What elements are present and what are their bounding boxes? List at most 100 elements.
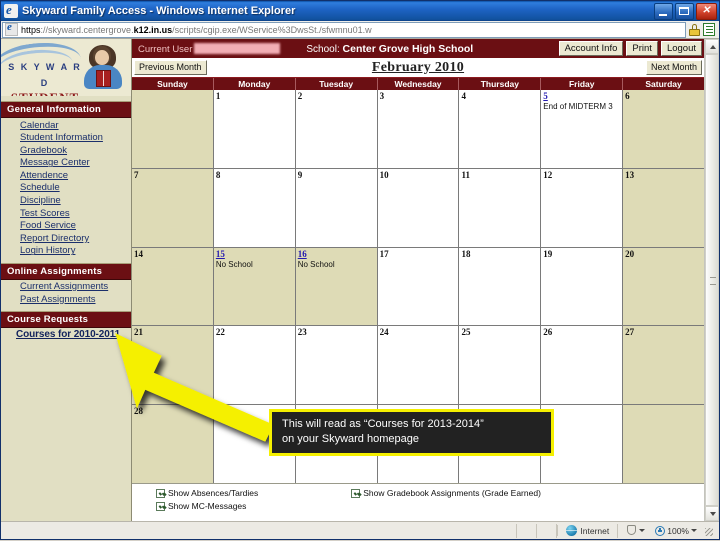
- next-month-button[interactable]: Next Month: [645, 60, 702, 75]
- sidebar-item-gradebook[interactable]: Gradebook: [1, 144, 131, 157]
- calendar-day-cell: 14: [132, 247, 214, 326]
- page-icon[interactable]: [703, 23, 715, 36]
- sidebar-item-food-service[interactable]: Food Service: [1, 220, 131, 233]
- resize-grip[interactable]: [701, 524, 715, 538]
- calendar-day-cell: 22: [213, 326, 296, 405]
- sidebar-item-login-history[interactable]: Login History: [1, 245, 131, 258]
- calendar-day-number: 2: [297, 91, 303, 101]
- checkbox-show-gradebook-assignments[interactable]: Show Gradebook Assignments (Grade Earned…: [351, 488, 541, 498]
- vertical-scrollbar[interactable]: [704, 39, 719, 521]
- school-name: Center Grove High School: [342, 42, 474, 55]
- scroll-up-button[interactable]: [705, 39, 719, 54]
- calendar-day-number: 14: [134, 248, 143, 259]
- calendar-day-number: 3: [379, 91, 385, 101]
- calendar-day-cell: 16 No School: [295, 247, 378, 326]
- sidebar-section-course-requests: Course Requests: [1, 310, 131, 328]
- sidebar-item-test-scores[interactable]: Test Scores: [1, 207, 131, 220]
- minimize-button[interactable]: [654, 2, 673, 20]
- calendar-day-cell: 12: [541, 168, 624, 247]
- sidebar-item-student-information[interactable]: Student Information: [1, 132, 131, 145]
- chevron-down-icon[interactable]: [639, 529, 646, 532]
- calendar-day-cell: 3: [377, 90, 460, 168]
- calendar-day-number: 28: [134, 406, 143, 417]
- calendar-day-number: 23: [297, 327, 307, 338]
- scroll-down-button[interactable]: [705, 506, 719, 521]
- calendar-day-number: 9: [297, 169, 303, 180]
- checkbox-icon: [351, 488, 361, 498]
- calendar-day-number: 26: [543, 327, 553, 338]
- checkbox-show-mc-messages[interactable]: Show MC-Messages: [156, 501, 246, 511]
- sidebar-item-current-assignments[interactable]: Current Assignments: [1, 281, 131, 294]
- checkbox-show-absences-tardies[interactable]: Show Absences/Tardies: [156, 488, 258, 498]
- previous-month-button[interactable]: Previous Month: [134, 60, 207, 75]
- address-bar: https://skyward.centergrove.k12.in.us/sc…: [1, 21, 719, 39]
- checkbox-icon: [156, 488, 165, 498]
- calendar-day-number: 13: [625, 169, 635, 180]
- page-favicon-icon: [5, 23, 18, 36]
- shield-icon: [626, 525, 637, 536]
- calendar-toolbar: Previous Month February 2010 Next Month: [132, 58, 704, 77]
- calendar-event-text: No School: [215, 259, 253, 269]
- sidebar-item-message-center[interactable]: Message Center: [1, 157, 131, 170]
- sidebar-item-schedule[interactable]: Schedule: [1, 182, 131, 195]
- window-controls: ✕: [654, 2, 717, 20]
- logo-line-1: S K Y W A R D: [8, 62, 82, 88]
- sidebar-item-calendar[interactable]: Calendar: [1, 119, 131, 132]
- calendar-day-number: 1: [215, 91, 221, 101]
- calendar-empty-cell: [132, 90, 214, 168]
- zoom-control[interactable]: 100%: [617, 523, 719, 538]
- calendar-day-cell: 7: [132, 168, 214, 247]
- calendar-day-number: 6: [625, 91, 630, 101]
- app-layout: S K Y W A R D STUDENT ACCESS General Inf…: [1, 39, 704, 521]
- sidebar-item-courses-for-year[interactable]: Courses for 2010-2011: [1, 329, 131, 342]
- sidebar-item-attendence[interactable]: Attendence: [1, 169, 131, 182]
- scrollbar-thumb[interactable]: [705, 54, 719, 506]
- close-button[interactable]: ✕: [696, 2, 717, 20]
- status-segment-2: [517, 523, 538, 538]
- calendar-day-link[interactable]: 16: [298, 248, 377, 260]
- sidebar-links-general: Calendar Student Information Gradebook M…: [1, 118, 131, 258]
- url-field[interactable]: https://skyward.centergrove.k12.in.us/sc…: [2, 21, 686, 38]
- calendar-options: Show Absences/Tardies Show Gradebook Ass…: [132, 483, 704, 521]
- calendar-day-cell: 5 End of MIDTERM 3: [541, 90, 624, 168]
- calendar-day-link[interactable]: 15: [216, 248, 295, 260]
- header-actions: Account Info Print Logout: [558, 41, 702, 56]
- maximize-button[interactable]: [675, 2, 694, 20]
- page-viewport: S K Y W A R D STUDENT ACCESS General Inf…: [1, 39, 719, 521]
- calendar-day-cell: 11: [459, 168, 542, 247]
- day-header-monday: Monday: [214, 78, 296, 90]
- calendar-day-cell: 20: [623, 247, 704, 326]
- sidebar-item-past-assignments[interactable]: Past Assignments: [1, 293, 131, 306]
- calendar-empty-cell: [377, 405, 460, 483]
- calendar-day-number: 17: [379, 248, 389, 259]
- status-bar: Internet 100%: [1, 521, 719, 539]
- sidebar-item-report-directory[interactable]: Report Directory: [1, 232, 131, 245]
- calendar-day-number: 4: [461, 91, 466, 101]
- calendar-day-cell: 24: [377, 326, 460, 405]
- print-button[interactable]: Print: [626, 41, 658, 56]
- zoom-level-label: 100%: [667, 525, 689, 536]
- security-zone-indicator[interactable]: Internet: [557, 525, 617, 536]
- sidebar-item-discipline[interactable]: Discipline: [1, 195, 131, 208]
- calendar-day-cell: 28: [132, 405, 214, 483]
- calendar-grid: 1 2 3 4 5 End of MIDTERM 3 6 7 8 9 10 11 12 13 14 15 No …: [132, 90, 704, 483]
- checkbox-label: Show MC-Messages: [168, 501, 247, 511]
- logout-button[interactable]: Logout: [660, 41, 702, 56]
- calendar-day-cell: 19: [541, 247, 624, 326]
- account-info-button[interactable]: Account Info: [558, 41, 624, 56]
- zoom-chevron-down-icon[interactable]: [691, 529, 697, 532]
- logo-line-2: STUDENT: [11, 90, 79, 96]
- calendar-day-number: 25: [461, 327, 471, 338]
- calendar-day-cell: 6: [623, 90, 704, 168]
- page-content: S K Y W A R D STUDENT ACCESS General Inf…: [1, 39, 704, 521]
- calendar-day-cell: 17: [377, 247, 460, 326]
- calendar-event-text: No School: [297, 259, 335, 269]
- status-segment-1: [497, 523, 518, 538]
- current-user-redacted: [194, 42, 281, 54]
- calendar-day-number: 10: [379, 169, 389, 180]
- calendar-day-link[interactable]: 5: [543, 90, 622, 102]
- window-titlebar: Skyward Family Access - Windows Internet…: [1, 1, 719, 21]
- calendar-day-number: 8: [215, 169, 221, 180]
- scrollbar-track[interactable]: [705, 54, 719, 506]
- calendar-day-number: 24: [379, 327, 389, 338]
